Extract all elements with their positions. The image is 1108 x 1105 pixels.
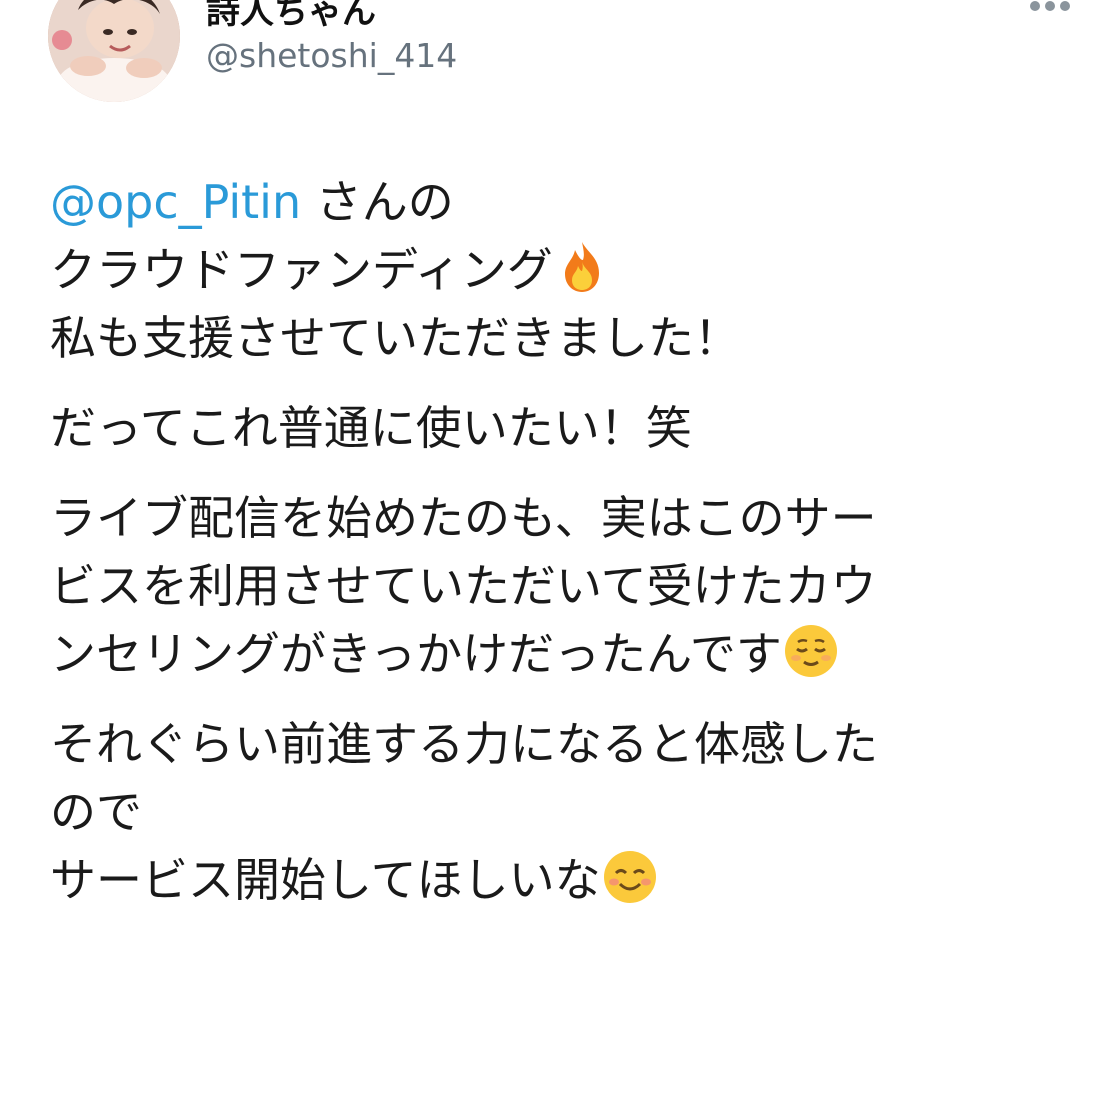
tweet-line-9: ので [50,778,1090,846]
avatar-photo-icon [48,0,180,102]
tweet-line-1: @opc_Pitin さんの [50,168,1090,236]
tweet-body: @opc_Pitin さんの クラウドファンディング 私も支援させていただきまし… [50,168,1090,914]
more-options-icon[interactable] [1028,0,1072,14]
tweet-line-2: クラウドファンディング [50,236,1090,304]
tweet-header: 詩人ちゃん @shetoshi_414 [48,0,1108,102]
fire-emoji-icon [553,238,611,296]
tweet-text: ライブ配信を始めたのも、実はこのサー [50,491,877,545]
tweet-text: ビスを利用させていただいて受けたカウ [50,559,877,613]
mention-link[interactable]: @opc_Pitin [50,175,301,229]
tweet-line-6: ビスを利用させていただいて受けたカウ [50,552,1090,620]
tweet-line-3: 私も支援させていただきました！ [50,304,1090,372]
tweet-text: 私も支援させていただきました！ [50,311,740,365]
tweet-text: サービス開始してほしいな [50,853,601,907]
tweet-text: それぐらい前進する力になると体感した [50,717,878,771]
relieved-face-emoji-icon [782,622,840,680]
tweet-text: だってこれ普通に使いたい！笑 [50,401,692,455]
tweet-text: さんの [301,175,454,229]
tweet-line-5: ライブ配信を始めたのも、実はこのサー [50,484,1090,552]
smiling-face-emoji-icon [601,848,659,906]
tweet-line-7: ンセリングがきっかけだったんです [50,620,1090,688]
tweet-text: クラウドファンディング [50,243,553,297]
display-name[interactable]: 詩人ちゃん [206,0,376,32]
tweet-line-8: それぐらい前進する力になると体感した [50,710,1090,778]
avatar[interactable] [48,0,180,102]
tweet-text: ンセリングがきっかけだったんです [50,627,782,681]
tweet-text: ので [50,785,142,839]
user-handle[interactable]: @shetoshi_414 [206,32,457,80]
tweet-line-4: だってこれ普通に使いたい！笑 [50,394,1090,462]
tweet-line-10: サービス開始してほしいな [50,846,1090,914]
